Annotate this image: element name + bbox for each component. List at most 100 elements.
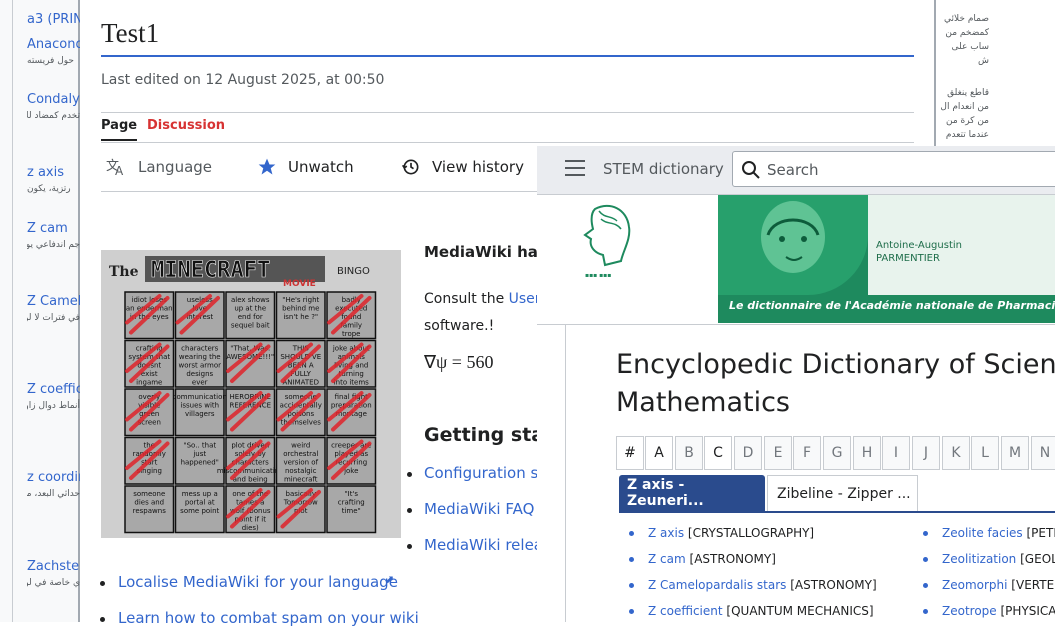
- list-item-title[interactable]: Z coeffic: [27, 382, 80, 397]
- svg-text:A: A: [115, 164, 124, 177]
- list-item[interactable]: Zachsteiي خاصة في لوي (فوق: [27, 559, 80, 590]
- letter-tab[interactable]: F: [793, 436, 821, 470]
- list-item[interactable]: Z camجم اندفاعي يوم، وقدره: [27, 221, 80, 252]
- view-history-button[interactable]: View history: [400, 157, 524, 177]
- list-item[interactable]: a3 (PRIN: [27, 12, 80, 27]
- entry-term-link[interactable]: Zeolitization: [942, 552, 1016, 566]
- menu-icon[interactable]: [565, 160, 585, 176]
- tab-z-axis-range[interactable]: Z axis - Zeuneri...: [619, 475, 765, 511]
- mediawiki-heading: MediaWiki has: [424, 243, 547, 261]
- entry-term-link[interactable]: Z coefficient: [648, 604, 723, 618]
- bingo-cell-text: communication: [173, 393, 227, 401]
- list-item-title[interactable]: Z cam: [27, 221, 80, 236]
- entry-term-link[interactable]: Z axis: [648, 526, 684, 540]
- tab-page[interactable]: Page: [101, 118, 137, 141]
- list-item-title[interactable]: Condaly: [27, 92, 80, 107]
- search-input[interactable]: Search: [732, 151, 1055, 187]
- letter-tab[interactable]: B: [675, 436, 703, 470]
- letter-tab[interactable]: C: [704, 436, 732, 470]
- letter-tab[interactable]: I: [882, 436, 910, 470]
- getting-started-heading: Getting star: [424, 424, 553, 446]
- configuration-settings-link[interactable]: Configuration se: [424, 464, 548, 482]
- letter-tab[interactable]: J: [912, 436, 940, 470]
- language-button[interactable]: 文A Language: [106, 157, 212, 177]
- bingo-cell-text: alex shows: [231, 296, 270, 304]
- unwatch-button[interactable]: Unwatch: [256, 157, 354, 177]
- letter-tab[interactable]: K: [942, 436, 970, 470]
- bingo-cell-text: respawns: [133, 507, 167, 515]
- mediawiki-release-link[interactable]: MediaWiki relea: [424, 536, 543, 554]
- bullet: [629, 557, 634, 562]
- entry-term-link[interactable]: Zeolite facies: [942, 526, 1023, 540]
- bingo-graphic: The MINECRAFT MOVIE BINGO idiot losesan …: [101, 250, 401, 538]
- list-item[interactable]: Anacondحول فريسته: [27, 37, 80, 68]
- bingo-cell-text: happened": [181, 459, 219, 467]
- site-name[interactable]: STEM dictionary: [603, 160, 724, 178]
- list-item-snippet: حداثي البعد، من نقطة إلى ادات مقيسة: [27, 487, 80, 501]
- entry-term-link[interactable]: Z cam: [648, 552, 686, 566]
- bingo-title-the: The: [109, 264, 139, 280]
- list-item-title[interactable]: z coordin: [27, 470, 80, 485]
- list-item[interactable]: Condalyتخدم كمضاد للألم، يتم: [27, 92, 80, 123]
- banner-caption: Le dictionnaire de l'Académie nationale …: [729, 299, 1055, 312]
- bingo-cell-text: mess up a: [182, 490, 218, 498]
- academy-logo: ▪▪▪ ▪▪▪: [565, 199, 645, 281]
- letter-tab[interactable]: M: [1001, 436, 1029, 470]
- bullet: [923, 557, 928, 562]
- bingo-cell-text: ingame: [136, 379, 162, 387]
- user-guide-link[interactable]: User: [509, 291, 541, 307]
- letter-tab[interactable]: G: [823, 436, 851, 470]
- unwatch-label: Unwatch: [288, 158, 354, 176]
- minecraft-bingo-image[interactable]: The MINECRAFT MOVIE BINGO idiot losesan …: [101, 250, 401, 538]
- combat-spam-link[interactable]: Learn how to combat spam on your wiki: [118, 609, 419, 627]
- search-icon: [741, 160, 761, 180]
- bullet: [923, 609, 928, 614]
- list-item-snippet: صمام خلائي كمضخم من ساب على ش: [939, 12, 989, 68]
- list-item-title[interactable]: a3 (PRIN: [27, 12, 80, 27]
- bingo-cell-text: crafting: [338, 499, 365, 507]
- letter-tab[interactable]: E: [764, 436, 792, 470]
- list-item[interactable]: Z coefficأنماط دوال زاوية الثلاث، ين الم…: [27, 382, 80, 413]
- entry-term-link[interactable]: Zeomorphi: [942, 578, 1007, 592]
- bingo-cell-text: characters: [181, 345, 219, 353]
- list-item[interactable]: z coordin حداثي البعد، من نقطة إلى ادات م…: [27, 470, 80, 501]
- letter-tab[interactable]: #: [616, 436, 644, 470]
- last-edited-text[interactable]: Last edited on 12 August 2025, at 00:50: [101, 72, 384, 88]
- list-item-title[interactable]: Z Camel: [27, 294, 80, 309]
- bingo-cell-text: "It's: [344, 490, 358, 498]
- letter-tab[interactable]: L: [971, 436, 999, 470]
- bingo-cell-text: ever: [192, 379, 208, 387]
- bingo-cell-text: nostalgic: [285, 467, 317, 475]
- bingo-cell-text: worst armor: [178, 362, 221, 370]
- list-item: Z axis [CRYSTALLOGRAPHY]: [629, 526, 814, 540]
- localise-mediawiki-link[interactable]: Localise MediaWiki for your language: [118, 573, 398, 591]
- bullet: [629, 583, 634, 588]
- entry-category: [GEOL: [1020, 552, 1055, 566]
- mediawiki-faq-link[interactable]: MediaWiki FAQ: [424, 500, 534, 518]
- bullet: [407, 508, 412, 513]
- tab-discussion[interactable]: Discussion: [147, 118, 225, 133]
- list-item-snippet: في فترات لا لولة جدًا، من الأعظم إلى: [27, 311, 80, 325]
- letter-tab[interactable]: N: [1031, 436, 1055, 470]
- list-item-title[interactable]: Zachstei: [27, 559, 80, 574]
- list-item-title[interactable]: z axis: [27, 165, 80, 180]
- entry-term-link[interactable]: Z Camelopardalis stars: [648, 578, 786, 592]
- list-item: Z coefficient [QUANTUM MECHANICS]: [629, 604, 874, 618]
- letter-tab[interactable]: A: [645, 436, 673, 470]
- letter-tab[interactable]: D: [734, 436, 762, 470]
- entry-term-link[interactable]: Zeotrope: [942, 604, 997, 618]
- bingo-cell-text: wearing the: [179, 353, 221, 361]
- bingo-cell-text: end for: [238, 313, 263, 321]
- search-placeholder: Search: [767, 161, 819, 179]
- list-item-title[interactable]: Anacond: [27, 37, 80, 52]
- divider: [12, 0, 13, 622]
- letter-tab[interactable]: H: [853, 436, 881, 470]
- parmentier-banner: Antoine-Augustin PARMENTIER Le dictionna…: [718, 195, 1055, 323]
- list-item[interactable]: z axisرتزية، يكون: [27, 165, 80, 196]
- consult-tail: software.!: [424, 318, 494, 334]
- tab-zibeline-range[interactable]: Zibeline - Zipper ...: [767, 475, 918, 511]
- banner-surname: PARMENTIER: [876, 253, 940, 264]
- list-item[interactable]: Z Camel في فترات لا لولة جدًا، من الأعظم …: [27, 294, 80, 325]
- bingo-cell-text: ANIMATED: [283, 379, 319, 387]
- banner: ▪▪▪ ▪▪▪ Antoine-Augustin PARMENTIER Le d…: [537, 195, 1055, 325]
